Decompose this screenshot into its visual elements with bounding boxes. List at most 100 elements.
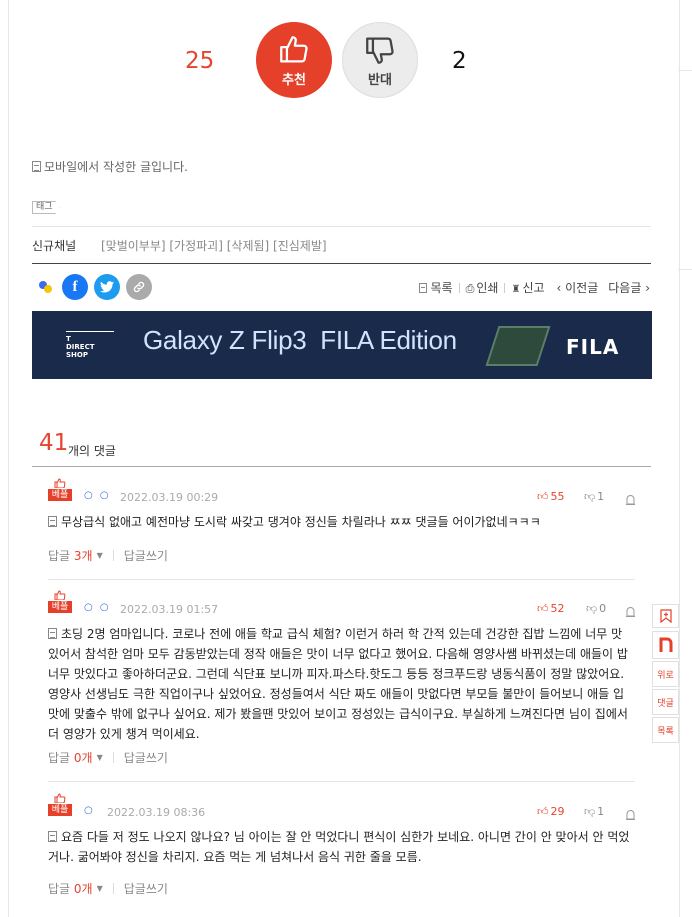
comment-count-suffix: 개의 댓글: [68, 444, 116, 458]
nate-logo-button[interactable]: [652, 631, 679, 659]
report-label: 신고: [522, 281, 545, 295]
report-icon[interactable]: [626, 490, 635, 505]
write-reply-button[interactable]: 답글쓰기: [124, 547, 168, 564]
best-label: 베플: [48, 804, 72, 816]
comment-date: 2022.03.19 08:36: [107, 806, 206, 819]
bookmark-button[interactable]: [652, 604, 679, 628]
thumbs-up-icon: [54, 793, 66, 803]
ad-banner[interactable]: T DIRECT SHOP Galaxy Z Flip3 FILA Editio…: [32, 311, 652, 379]
thumbs-up-icon: 👍︎: [537, 805, 549, 818]
divider: [112, 752, 114, 763]
comment-upvote[interactable]: 👍︎ 55: [537, 490, 565, 503]
facebook-share-button[interactable]: f: [62, 274, 88, 300]
reply-count[interactable]: 3개: [74, 547, 93, 564]
prev-post-link[interactable]: ‹ 이전글: [557, 279, 599, 296]
divider: [504, 282, 506, 293]
upvote-button[interactable]: 추천: [256, 22, 332, 98]
thumbs-up-icon: [54, 590, 66, 600]
twitter-share-button[interactable]: [94, 274, 120, 300]
share-row: f: [36, 274, 152, 300]
thumbs-up-icon: 👍︎: [537, 602, 549, 615]
chevron-down-icon[interactable]: ▼: [97, 884, 103, 893]
thumbs-down-icon: 👎︎: [584, 805, 596, 818]
comment-body: 요즘 다들 저 정도 나오지 않나요? 님 아이는 잘 안 먹었다니 편식이 심…: [48, 827, 633, 867]
comment-author[interactable]: ○ ○: [84, 490, 111, 501]
next-post-link[interactable]: 다음글 ›: [608, 279, 650, 296]
divider: [112, 883, 114, 894]
comment-downvote[interactable]: 👎︎ 1: [584, 490, 604, 503]
divider: [48, 781, 635, 782]
comment-downvote[interactable]: 👎︎ 0: [586, 602, 606, 615]
mobile-note-text: 모바일에서 작성한 글입니다.: [44, 160, 188, 174]
comment-body: 무상급식 없애고 예전마냥 도시락 싸갖고 댕겨야 정신들 차릴라나 ㅉㅉ 댓글…: [48, 512, 633, 532]
reply-label: 답글: [48, 882, 71, 896]
channel-tags[interactable]: [맞벌이부부] [가정파괴] [삭제됨] [진심제발]: [101, 237, 327, 254]
thumbs-up-icon: [280, 35, 308, 62]
comment-footer: 답글 0개 ▼ 답글쓰기: [48, 749, 168, 766]
banner-shop-logo: T DIRECT SHOP: [66, 331, 114, 359]
reply-label: 답글: [48, 549, 71, 563]
kakao-share-button[interactable]: [36, 274, 56, 300]
thumbs-up-icon: 👍︎: [537, 490, 549, 503]
comment-text: 무상급식 없애고 예전마냥 도시락 싸갖고 댕겨야 정신들 차릴라나 ㅉㅉ 댓글…: [61, 515, 541, 529]
comment-author[interactable]: ○: [84, 805, 95, 816]
comment-date: 2022.03.19 01:57: [120, 603, 219, 616]
report-button[interactable]: ♜ 신고: [511, 279, 544, 296]
comment-footer: 답글 0개 ▼ 답글쓰기: [48, 880, 168, 897]
best-badge: 베플: [48, 793, 72, 816]
best-badge: 베플: [48, 478, 72, 501]
link-icon: [133, 281, 145, 293]
report-icon[interactable]: [626, 805, 635, 820]
comments-shortcut-button[interactable]: 댓글: [652, 689, 679, 715]
report-icon[interactable]: [626, 602, 635, 617]
document-icon: [48, 628, 57, 639]
comment-upvote[interactable]: 👍︎ 29: [537, 805, 565, 818]
thumbs-down-icon: 👎︎: [584, 490, 596, 503]
bookmark-icon: [659, 609, 672, 623]
comment-item: 베플 ○ ○ 2022.03.19 00:29 👍︎ 55 👎︎ 1 무상급식 없애…: [48, 478, 635, 580]
list-icon: [419, 283, 428, 293]
reply-label: 답글: [48, 751, 71, 765]
facebook-icon: f: [72, 278, 78, 295]
thumbs-down-icon: [366, 37, 394, 64]
comment-text: 초딩 2명 엄마입니다. 코로나 전에 애들 학교 급식 체험? 이런거 하러 …: [48, 627, 628, 741]
reply-count[interactable]: 0개: [74, 880, 93, 897]
phone-image: [485, 326, 551, 366]
comment-date: 2022.03.19 00:29: [120, 491, 219, 504]
divider: [112, 550, 114, 561]
comment-downvote-count: 1: [597, 805, 605, 818]
reply-count[interactable]: 0개: [74, 749, 93, 766]
comment-upvote[interactable]: 👍︎ 52: [537, 602, 565, 615]
print-icon: ⎙: [465, 282, 475, 295]
print-button[interactable]: ⎙ 인쇄: [466, 279, 499, 296]
scroll-top-button[interactable]: 위로: [652, 661, 679, 687]
best-badge: 베플: [48, 590, 72, 613]
banner-brand: FILA: [566, 335, 620, 359]
kakao-icon: [39, 281, 52, 293]
divider: [32, 226, 651, 227]
list-shortcut-button[interactable]: 목록: [652, 717, 679, 743]
chevron-down-icon[interactable]: ▼: [97, 753, 103, 762]
downvote-button[interactable]: 반대: [342, 22, 418, 98]
right-edge-panel: [678, 70, 692, 270]
comment-author[interactable]: ○ ○: [84, 602, 111, 613]
list-button[interactable]: 목록: [419, 279, 453, 296]
comment-downvote[interactable]: 👎︎ 1: [584, 805, 604, 818]
thumbs-down-icon: 👎︎: [586, 602, 598, 615]
downvote-label: 반대: [368, 72, 392, 88]
comment-downvote-count: 1: [597, 490, 605, 503]
divider: [32, 263, 651, 264]
document-icon: [32, 161, 41, 172]
copy-link-button[interactable]: [126, 274, 152, 300]
comment-upvote-count: 55: [550, 490, 565, 503]
write-reply-button[interactable]: 답글쓰기: [124, 749, 168, 766]
chevron-down-icon[interactable]: ▼: [97, 551, 103, 560]
write-reply-button[interactable]: 답글쓰기: [124, 880, 168, 897]
tag-label: 태그: [32, 201, 61, 214]
comment-item: 베플 ○ 2022.03.19 08:36 👍︎ 29 👎︎ 1 요즘 다들 저 정…: [48, 793, 635, 913]
mobile-note: 모바일에서 작성한 글입니다.: [32, 158, 188, 175]
comment-upvote-count: 29: [550, 805, 565, 818]
thumbs-up-icon: [54, 478, 66, 488]
print-label: 인쇄: [476, 281, 499, 295]
comment-item: 베플 ○ ○ 2022.03.19 01:57 👍︎ 52 👎︎ 0 초딩 2명 엄…: [48, 590, 635, 782]
